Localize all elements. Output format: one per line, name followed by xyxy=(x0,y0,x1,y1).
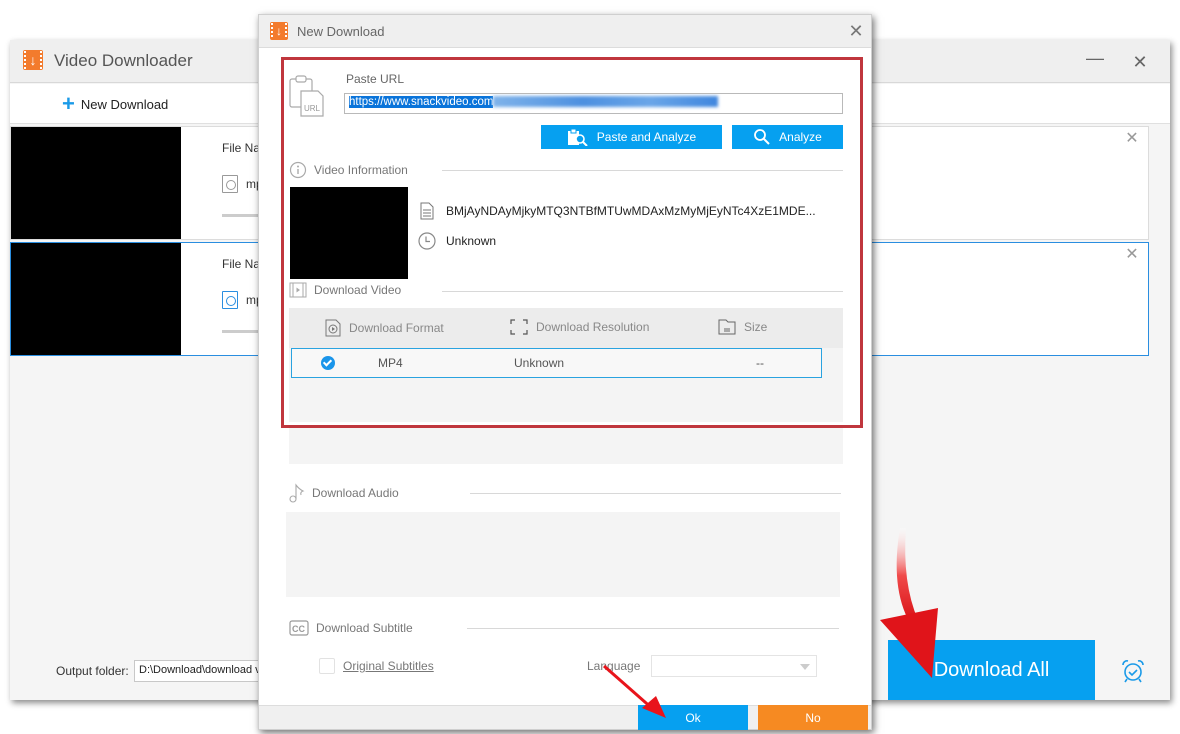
clock-icon xyxy=(418,232,436,250)
new-download-label: New Download xyxy=(80,96,169,112)
app-logo-icon: ↓ xyxy=(23,50,43,70)
alarm-clock-icon[interactable] xyxy=(1120,658,1146,684)
task-file-name-label: File Na xyxy=(222,141,261,155)
section-divider xyxy=(467,628,839,629)
task-thumbnail xyxy=(11,243,181,355)
audio-format-list xyxy=(286,512,840,597)
language-select[interactable] xyxy=(651,655,817,677)
download-subtitle-header: CC Download Subtitle xyxy=(289,619,413,637)
column-download-format: Download Format xyxy=(325,319,444,337)
clipboard-url-icon: URL xyxy=(289,75,324,117)
video-file-icon xyxy=(222,175,238,193)
analyze-button[interactable]: Analyze xyxy=(732,125,843,149)
svg-text:CC: CC xyxy=(292,624,305,634)
dialog-title: New Download xyxy=(297,24,385,39)
ok-button[interactable]: Ok xyxy=(638,705,748,730)
task-file-name-label: File Na xyxy=(222,257,261,271)
remove-task-icon[interactable]: ✕ xyxy=(1124,247,1140,263)
download-audio-heading: Download Audio xyxy=(312,486,399,500)
music-note-icon xyxy=(289,483,305,503)
format-table-header: Download Format Download Resolution Size xyxy=(289,308,843,348)
analyze-label: Analyze xyxy=(779,130,822,144)
video-format-list-area xyxy=(289,428,843,464)
download-audio-header: Download Audio xyxy=(289,483,399,503)
no-button[interactable]: No xyxy=(758,705,868,730)
search-icon xyxy=(754,129,770,145)
download-all-button[interactable]: Download All xyxy=(888,640,1095,700)
film-icon xyxy=(289,282,307,298)
paste-url-label: Paste URL xyxy=(346,72,405,86)
remove-task-icon[interactable]: ✕ xyxy=(1124,131,1140,147)
new-download-dialog: ↓ New Download ✕ URL Paste URL https://w… xyxy=(258,14,872,730)
task-thumbnail xyxy=(11,127,181,239)
main-window-title: Video Downloader xyxy=(54,51,193,70)
format-row[interactable]: MP4 Unknown -- xyxy=(291,348,822,378)
section-divider xyxy=(442,170,843,171)
video-information-heading: Video Information xyxy=(314,163,408,177)
closed-caption-icon: CC xyxy=(289,620,309,636)
column-size: Size xyxy=(718,319,767,335)
info-icon xyxy=(289,161,307,179)
download-video-header: Download Video xyxy=(289,281,401,299)
language-label: Language xyxy=(587,659,641,673)
video-file-icon xyxy=(325,319,341,337)
video-file-icon xyxy=(222,291,238,309)
svg-text:URL: URL xyxy=(304,104,321,113)
download-video-heading: Download Video xyxy=(314,283,402,297)
paste-and-analyze-label: Paste and Analyze xyxy=(596,130,697,144)
size-cell: -- xyxy=(756,356,764,370)
original-subtitles-label[interactable]: Original Subtitles xyxy=(343,659,434,673)
output-folder-label: Output folder: xyxy=(56,664,129,678)
new-download-button[interactable]: + New Download xyxy=(62,93,168,115)
resolution-icon xyxy=(510,319,528,335)
original-subtitles-checkbox[interactable] xyxy=(319,658,335,674)
dialog-title-bar: ↓ New Download ✕ xyxy=(259,15,871,48)
selected-check-icon xyxy=(321,356,335,370)
section-divider xyxy=(442,291,843,292)
video-format-table: Download Format Download Resolution Size… xyxy=(289,308,843,422)
url-input[interactable]: https://www.snackvideo.com xyxy=(344,93,843,114)
format-cell: MP4 xyxy=(378,356,403,370)
section-divider xyxy=(470,493,841,494)
folder-size-icon xyxy=(718,319,736,335)
plus-icon: + xyxy=(62,91,75,116)
video-file-name: BMjAyNDAyMjkyMTQ3NTBfMTUwMDAxMzMyMjEyNTc… xyxy=(446,204,816,218)
video-thumbnail xyxy=(290,187,408,279)
download-subtitle-heading: Download Subtitle xyxy=(316,621,413,635)
video-information-header: Video Information xyxy=(289,161,408,179)
resolution-cell: Unknown xyxy=(514,356,565,370)
url-redacted-part xyxy=(493,96,719,108)
app-logo-icon: ↓ xyxy=(270,22,288,40)
document-icon xyxy=(420,202,434,220)
column-download-resolution: Download Resolution xyxy=(510,319,649,335)
minimize-icon[interactable]: — xyxy=(1085,48,1105,68)
paste-search-icon xyxy=(567,128,588,146)
video-duration: Unknown xyxy=(446,234,497,248)
dialog-close-icon[interactable]: ✕ xyxy=(847,21,865,41)
paste-and-analyze-button[interactable]: Paste and Analyze xyxy=(541,125,722,149)
main-close-icon[interactable]: ✕ xyxy=(1130,52,1150,72)
url-text: https://www.snackvideo.com xyxy=(349,96,494,108)
